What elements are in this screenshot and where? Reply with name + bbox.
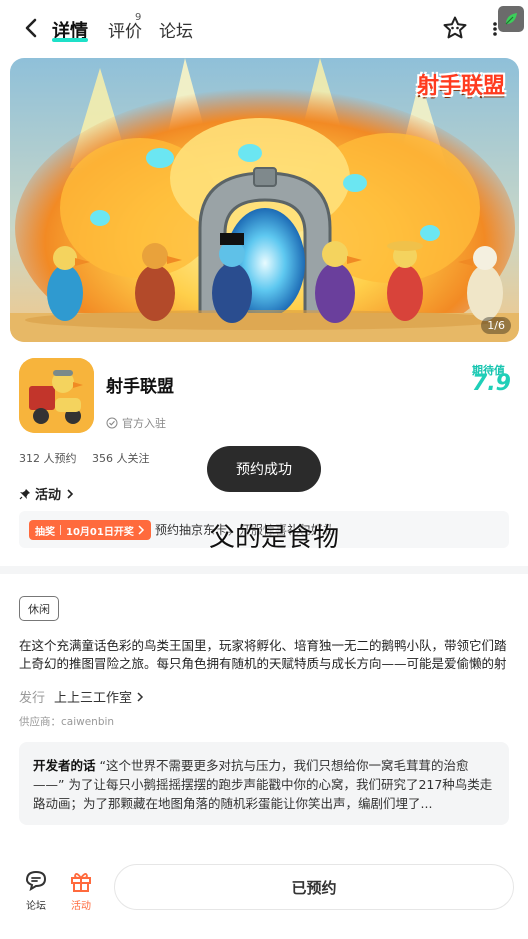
reviews-count-badge: 9 [135, 12, 142, 23]
pin-icon [19, 488, 30, 499]
banner-artwork [10, 58, 519, 342]
active-tab-indicator [52, 38, 88, 42]
tab-forum[interactable]: 论坛 [159, 17, 193, 42]
section-divider [0, 566, 528, 574]
chevron-right-icon [67, 488, 74, 499]
banner-page-counter: 1/6 [481, 317, 511, 334]
publisher-link[interactable]: 上上三工作室 [54, 687, 145, 706]
game-title: 射手联盟 [106, 377, 174, 397]
official-badge: 官方入驻 [106, 415, 166, 431]
activity-badge: 抽奖 10月01日开奖 [29, 520, 151, 540]
chevron-right-icon [138, 525, 144, 535]
verified-icon [106, 417, 118, 429]
leaf-button[interactable] [498, 6, 524, 32]
publisher-label: 发行 [19, 691, 46, 706]
activity-label: 活动 [71, 901, 91, 912]
more-icon[interactable] [493, 22, 497, 36]
overlay-caption: 父的是食物 [209, 523, 340, 553]
supplier-info: 供应商：caiwenbin [19, 716, 115, 728]
game-app-icon [19, 358, 94, 433]
activity-badge-date: 10月01日开奖 [66, 526, 134, 538]
reservation-count: 312 人预约 [19, 452, 77, 465]
activity-badge-type: 抽奖 [35, 526, 55, 538]
game-description[interactable]: 在这个充满童话色彩的鸟类王国里，玩家将孵化、培育独一无二的鹅鸭小队，带领它们踏上… [19, 637, 511, 673]
developer-words-card[interactable]: 开发者的话 “这个世界不需要更多对抗与压力，我们只想给你一窝毛茸茸的治愈——” … [19, 742, 509, 825]
game-stats: 312 人预约 356 人关注 [19, 450, 162, 466]
expect-score: 7.9 [472, 371, 511, 396]
chevron-right-icon [137, 691, 144, 702]
forum-button[interactable]: 论坛 [19, 868, 53, 912]
genre-tag[interactable]: 休闲 [19, 596, 59, 621]
developer-words-label: 开发者的话 [33, 758, 96, 773]
publisher-name: 上上三工作室 [54, 691, 133, 706]
top-nav: 详情 评价 9 论坛 [0, 0, 528, 58]
follower-count: 356 人关注 [92, 452, 150, 465]
forum-label: 论坛 [26, 901, 46, 912]
activity-heading[interactable]: 活动 [19, 484, 75, 503]
leaf-icon [505, 13, 517, 25]
activity-heading-label: 活动 [35, 488, 62, 503]
activity-button[interactable]: 活动 [64, 868, 98, 912]
chat-icon [25, 870, 47, 892]
developer-words-text: “这个世界不需要更多对抗与压力，我们只想给你一窝毛茸茸的治愈——” 为了让每只小… [33, 758, 493, 811]
banner-game-logo: 射手联盟 [416, 74, 505, 99]
game-banner[interactable]: 射手联盟 1/6 [10, 58, 519, 342]
official-label: 官方入驻 [122, 417, 166, 430]
back-arrow-icon[interactable] [20, 16, 44, 40]
toast-message: 预约成功 [207, 446, 321, 492]
gift-icon [71, 873, 91, 892]
star-icon[interactable] [442, 15, 468, 41]
reserved-button[interactable]: 已预约 [114, 864, 514, 910]
